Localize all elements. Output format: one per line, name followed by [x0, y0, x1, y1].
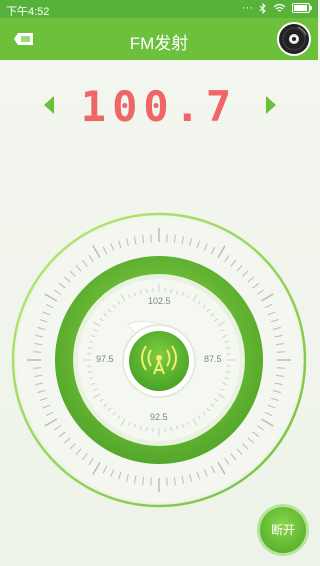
- dial-tick: [166, 477, 168, 486]
- dial-tick: [276, 351, 285, 353]
- dial-label-left: 97.5: [96, 354, 114, 364]
- status-bar: 下午4:52 ···: [0, 0, 318, 18]
- dial-tick: [150, 477, 152, 486]
- app-bar: FM发射: [0, 18, 318, 60]
- music-disc-icon[interactable]: [276, 21, 312, 57]
- dial-tick: [33, 367, 42, 369]
- dial-label-right: 87.5: [204, 354, 222, 364]
- dial-label-top: 102.5: [148, 296, 171, 306]
- status-icons: ···: [242, 2, 312, 14]
- battery-icon: [292, 3, 312, 13]
- more-icon: ···: [242, 2, 253, 14]
- dial-label-bottom: 92.5: [150, 412, 168, 422]
- dial-tick: [276, 367, 285, 369]
- dial-tick: [166, 234, 168, 243]
- page-title: FM发射: [129, 34, 189, 53]
- increase-frequency-icon[interactable]: [264, 94, 278, 116]
- frequency-row: 100.7: [0, 82, 318, 132]
- dial-tick: [150, 234, 152, 243]
- wifi-icon: [273, 3, 286, 12]
- dial-tick: [33, 351, 42, 353]
- disconnect-button[interactable]: 断开: [257, 504, 309, 556]
- status-time: 下午4:52: [6, 6, 50, 18]
- bluetooth-icon: [259, 2, 266, 14]
- tuning-dial[interactable]: [0, 212, 318, 512]
